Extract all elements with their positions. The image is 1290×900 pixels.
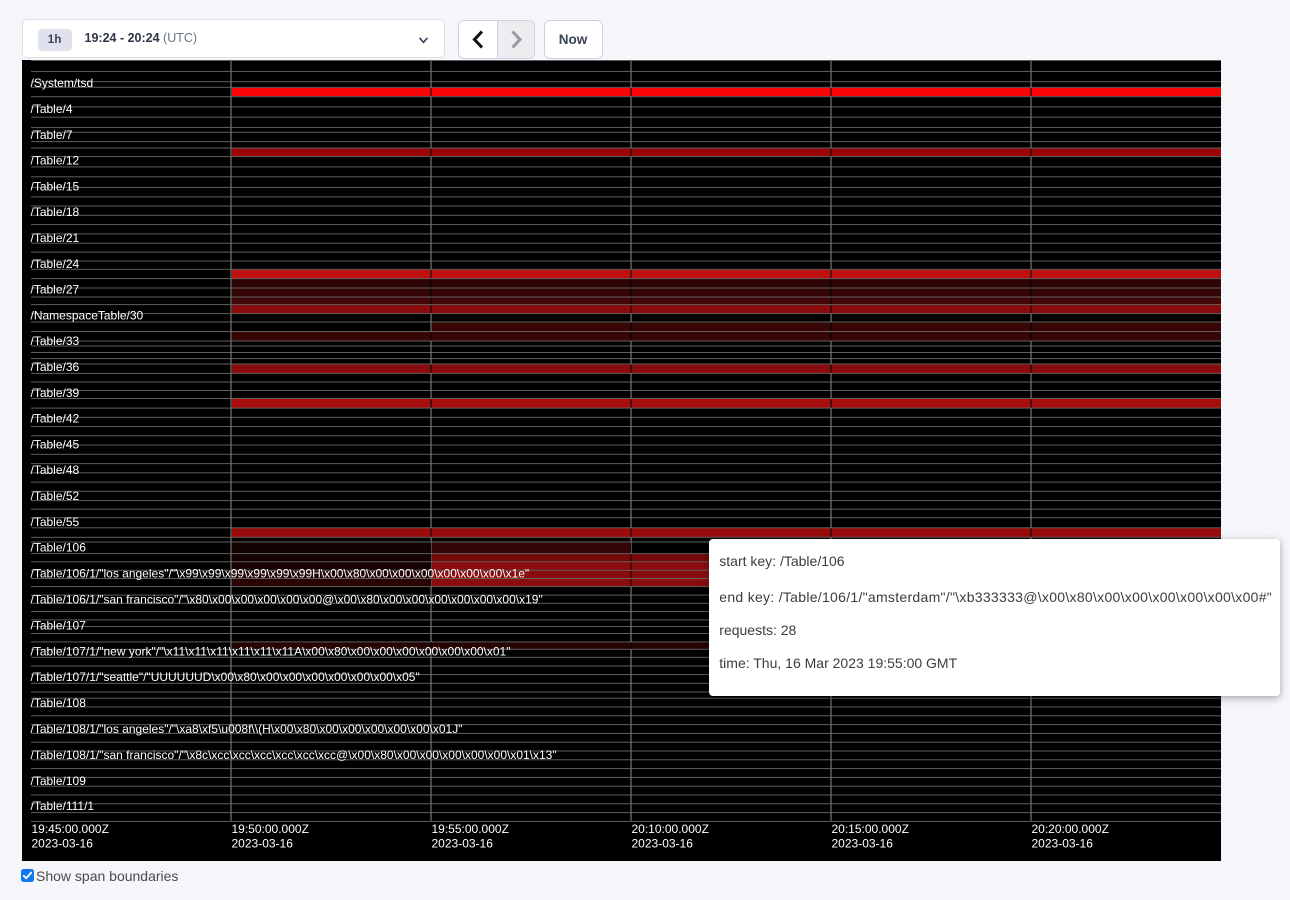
svg-text:2023-03-16: 2023-03-16	[632, 837, 694, 851]
svg-text:19:55:00.000Z: 19:55:00.000Z	[432, 822, 509, 836]
svg-text:20:10:00.000Z: 20:10:00.000Z	[632, 822, 709, 836]
svg-text:/Table/108/1/"san francisco"/": /Table/108/1/"san francisco"/"\x8c\xcc\x…	[31, 748, 557, 762]
svg-text:/Table/4: /Table/4	[31, 102, 73, 116]
svg-text:/Table/52: /Table/52	[31, 489, 80, 503]
svg-text:2023-03-16: 2023-03-16	[232, 837, 294, 851]
svg-text:/Table/109: /Table/109	[31, 774, 87, 788]
svg-text:2023-03-16: 2023-03-16	[32, 837, 94, 851]
svg-text:/Table/42: /Table/42	[31, 412, 80, 426]
svg-text:/Table/7: /Table/7	[31, 128, 73, 142]
svg-text:/Table/24: /Table/24	[31, 257, 80, 271]
svg-text:/Table/21: /Table/21	[31, 231, 80, 245]
svg-text:/Table/15: /Table/15	[31, 179, 80, 193]
svg-text:/Table/45: /Table/45	[31, 437, 80, 451]
svg-text:/Table/27: /Table/27	[31, 283, 80, 297]
svg-text:/Table/55: /Table/55	[31, 515, 80, 529]
svg-text:/NamespaceTable/30: /NamespaceTable/30	[31, 308, 144, 322]
svg-text:19:50:00.000Z: 19:50:00.000Z	[232, 822, 309, 836]
svg-text:/Table/107: /Table/107	[31, 618, 87, 632]
svg-text:/Table/106/1/"san francisco"/": /Table/106/1/"san francisco"/"\x80\x00\x…	[31, 593, 543, 607]
svg-text:/Table/33: /Table/33	[31, 334, 80, 348]
svg-text:/Table/107/1/"seattle"/"UUUUUU: /Table/107/1/"seattle"/"UUUUUUD\x00\x80\…	[31, 670, 420, 684]
svg-text:/Table/12: /Table/12	[31, 154, 80, 168]
svg-text:/Table/107/1/"new york"/"\x11\: /Table/107/1/"new york"/"\x11\x11\x11\x1…	[31, 645, 511, 659]
svg-text:2023-03-16: 2023-03-16	[1032, 837, 1094, 851]
svg-text:/Table/108/1/"los angeles"/"\x: /Table/108/1/"los angeles"/"\xa8\xf5\u00…	[31, 722, 463, 736]
svg-text:20:15:00.000Z: 20:15:00.000Z	[832, 822, 909, 836]
svg-text:20:20:00.000Z: 20:20:00.000Z	[1032, 822, 1109, 836]
svg-text:/Table/108: /Table/108	[31, 696, 87, 710]
svg-text:2023-03-16: 2023-03-16	[432, 837, 494, 851]
svg-text:/Table/18: /Table/18	[31, 205, 80, 219]
svg-text:/Table/111/1: /Table/111/1	[31, 799, 95, 813]
svg-text:/System/tsd: /System/tsd	[31, 76, 94, 90]
svg-text:/Table/36: /Table/36	[31, 360, 80, 374]
svg-text:/Table/106: /Table/106	[31, 541, 87, 555]
svg-text:2023-03-16: 2023-03-16	[832, 837, 894, 851]
svg-text:/Table/48: /Table/48	[31, 463, 80, 477]
svg-text:/Table/106/1/"los angeles"/"\x: /Table/106/1/"los angeles"/"\x99\x99\x99…	[31, 567, 530, 581]
svg-text:19:45:00.000Z: 19:45:00.000Z	[32, 822, 109, 836]
svg-text:/Table/39: /Table/39	[31, 386, 80, 400]
